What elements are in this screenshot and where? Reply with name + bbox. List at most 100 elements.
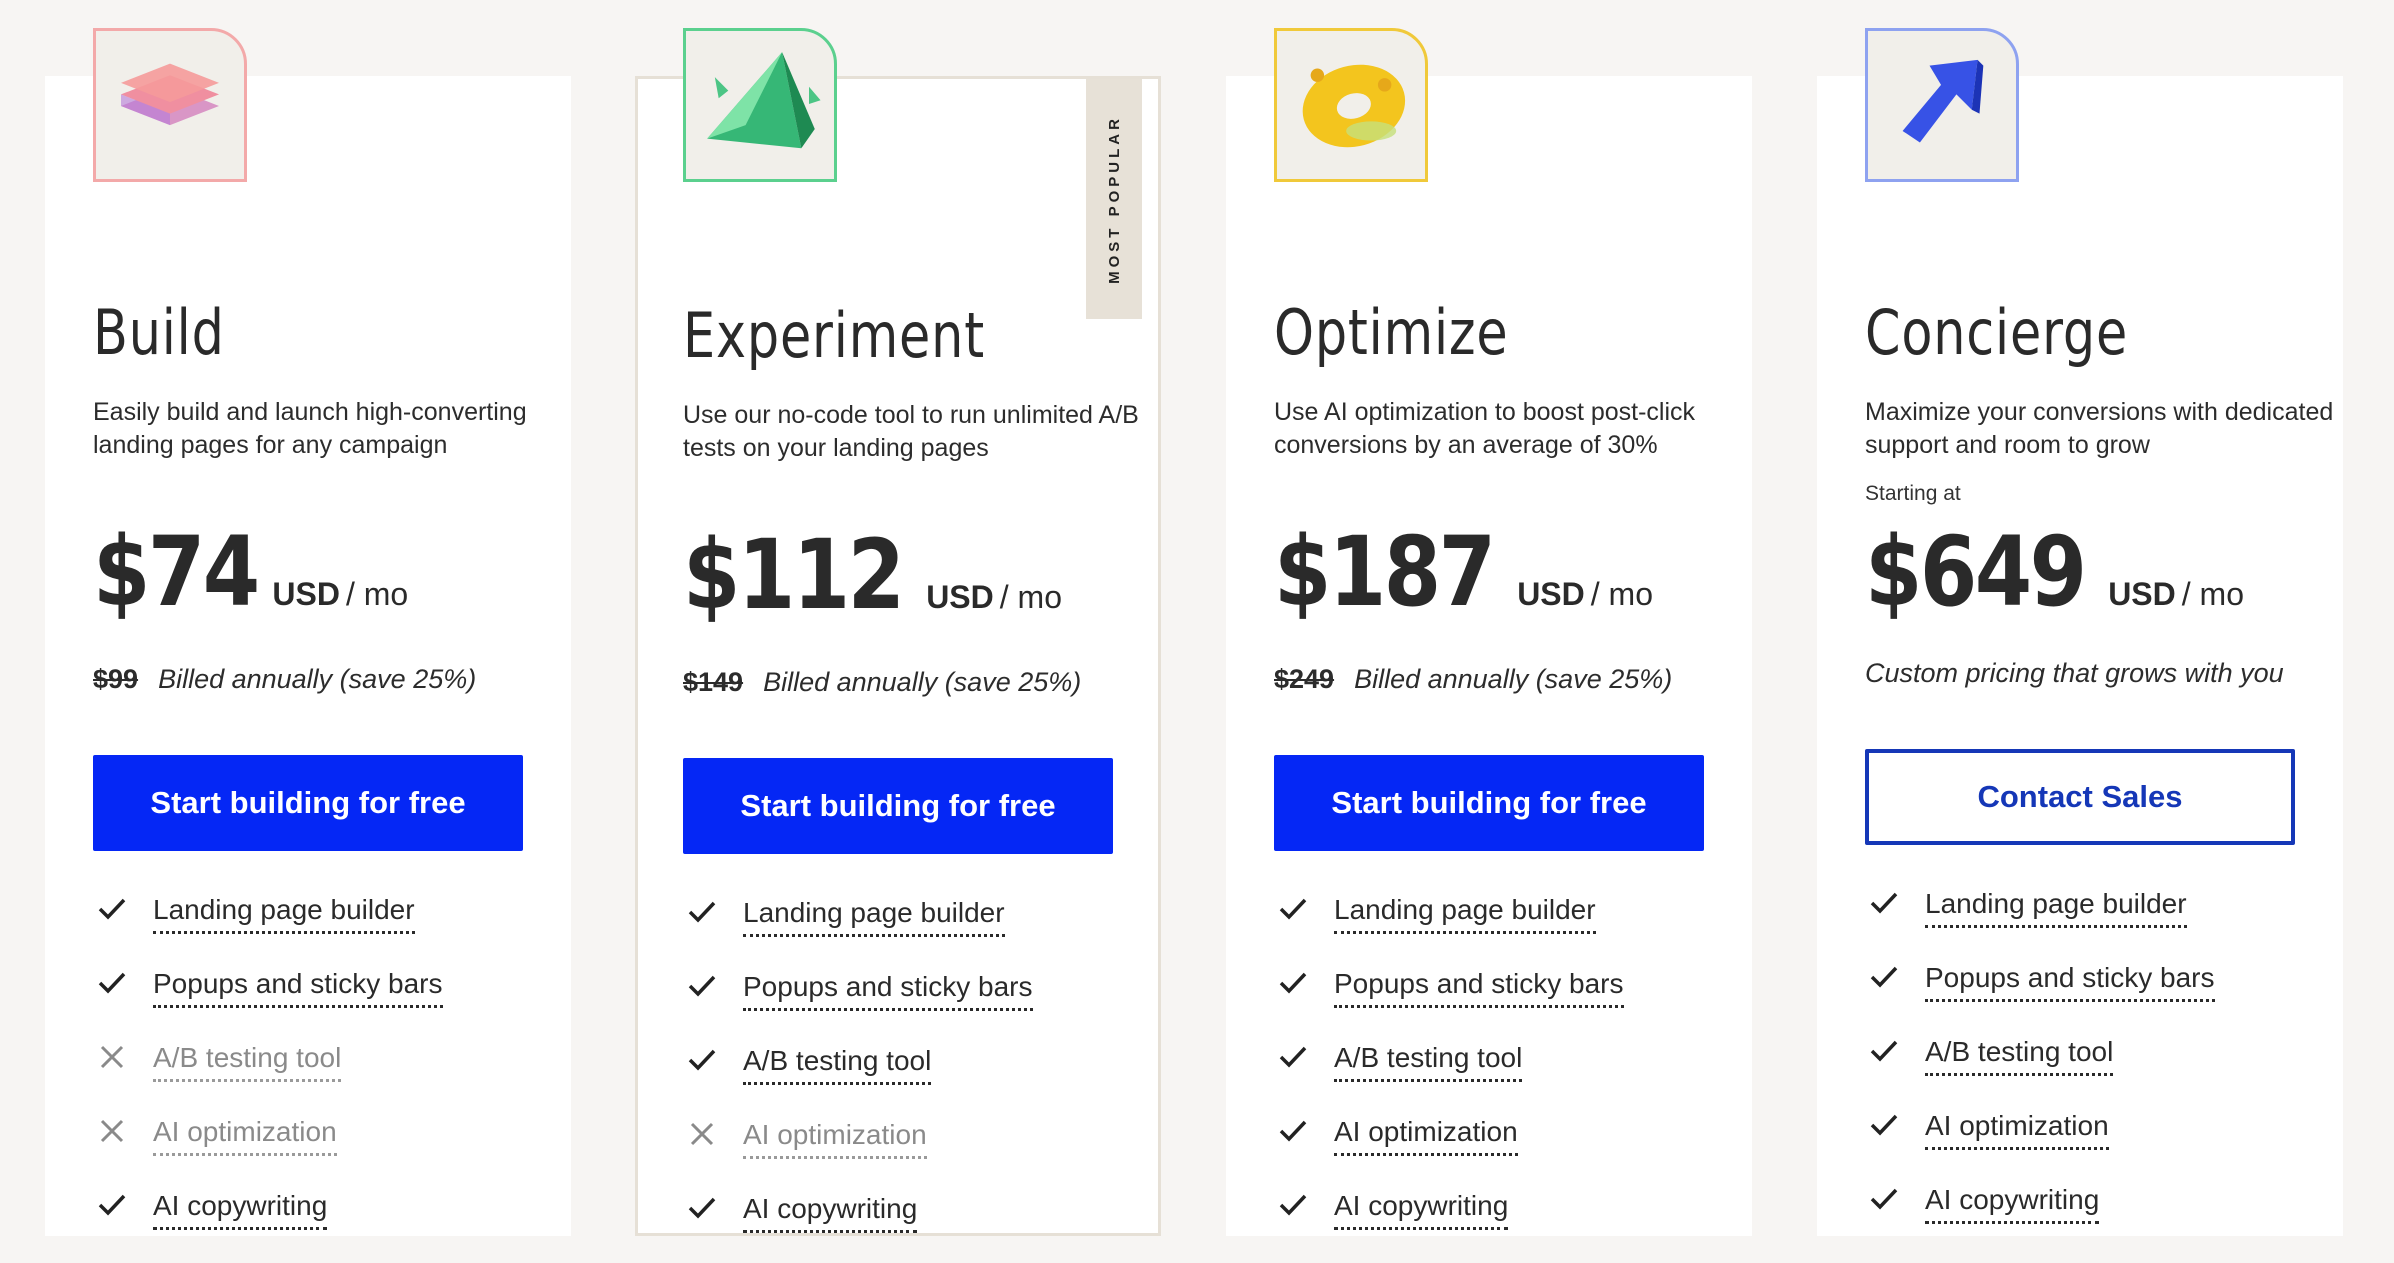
check-icon <box>1869 1106 1925 1146</box>
price: $649 USD / mo <box>1865 516 2244 628</box>
plan-description: Maximize your conversions with dedicated… <box>1865 398 2334 459</box>
old-price: $149 <box>683 667 744 697</box>
check-icon <box>1278 964 1334 1004</box>
feature-item: AI optimization <box>1278 1112 1624 1186</box>
start-building-button[interactable]: Start building for free <box>683 758 1113 854</box>
check-icon <box>687 1189 743 1229</box>
price: $112 USD / mo <box>683 519 1062 631</box>
feature-label[interactable]: A/B testing tool <box>1334 1038 1523 1082</box>
check-icon <box>1278 1186 1334 1226</box>
billing-info: $149 Billed annually (save 25%) <box>683 667 1081 698</box>
plan-title: Build <box>93 296 225 369</box>
check-icon <box>1278 890 1334 930</box>
feature-label[interactable]: Landing page builder <box>1925 884 2187 928</box>
feature-label[interactable]: A/B testing tool <box>1925 1032 2114 1076</box>
check-icon <box>1278 1112 1334 1152</box>
feature-label[interactable]: AI optimization <box>1334 1112 1518 1156</box>
cross-icon <box>687 1115 743 1155</box>
check-icon <box>1869 884 1925 924</box>
feature-label[interactable]: Popups and sticky bars <box>153 964 443 1008</box>
feature-item: Popups and sticky bars <box>97 964 443 1038</box>
billing-note: Billed annually (save 25%) <box>1354 664 1673 694</box>
feature-label[interactable]: AI optimization <box>153 1112 337 1156</box>
price-period: / mo <box>1590 576 1653 612</box>
old-price: $99 <box>93 664 139 694</box>
price-amount: $74 <box>93 516 260 628</box>
ring-icon <box>1274 28 1428 182</box>
contact-sales-button[interactable]: Contact Sales <box>1865 749 2295 845</box>
start-building-button[interactable]: Start building for free <box>1274 755 1704 851</box>
plan-card-build: Build Easily build and launch high-conve… <box>45 28 571 1236</box>
feature-item: Popups and sticky bars <box>1869 958 2215 1032</box>
feature-label[interactable]: AI optimization <box>743 1115 927 1159</box>
check-icon <box>1869 1032 1925 1072</box>
feature-item: Popups and sticky bars <box>1278 964 1624 1038</box>
feature-label[interactable]: Popups and sticky bars <box>743 967 1033 1011</box>
billing-info: $249 Billed annually (save 25%) <box>1274 664 1672 695</box>
most-popular-badge: MOST POPULAR <box>1086 79 1142 319</box>
billing-note: Billed annually (save 25%) <box>763 667 1082 697</box>
feature-item: A/B testing tool <box>687 1041 1033 1115</box>
feature-item: AI copywriting <box>687 1189 1033 1263</box>
feature-item: A/B testing tool <box>1869 1032 2215 1106</box>
price-currency: USD <box>2108 576 2176 612</box>
billing-note: Custom pricing that grows with you <box>1865 658 2284 688</box>
feature-label[interactable]: AI copywriting <box>153 1186 328 1230</box>
feature-label[interactable]: AI copywriting <box>1334 1186 1509 1230</box>
feature-label[interactable]: AI copywriting <box>743 1189 918 1233</box>
feature-label[interactable]: Landing page builder <box>1334 890 1596 934</box>
cross-icon <box>97 1112 153 1152</box>
check-icon <box>1869 958 1925 998</box>
plan-title: Experiment <box>683 299 985 372</box>
feature-item: AI copywriting <box>97 1186 443 1260</box>
badge-label: MOST POPULAR <box>1105 114 1123 284</box>
price-amount: $112 <box>683 519 905 631</box>
feature-list: Landing page builder Popups and sticky b… <box>1869 884 2215 1254</box>
feature-item: Popups and sticky bars <box>687 967 1033 1041</box>
feature-label[interactable]: AI optimization <box>1925 1106 2109 1150</box>
feature-list: Landing page builder Popups and sticky b… <box>97 890 443 1260</box>
feature-label[interactable]: AI copywriting <box>1925 1180 2100 1224</box>
check-icon <box>1869 1180 1925 1220</box>
plan-description: Use AI optimization to boost post-click … <box>1274 398 1696 459</box>
price-amount: $649 <box>1865 516 2087 628</box>
price: $74 USD / mo <box>93 516 408 628</box>
feature-list: Landing page builder Popups and sticky b… <box>687 893 1033 1263</box>
price-period: / mo <box>345 576 409 612</box>
price-period: / mo <box>999 579 1062 615</box>
price: $187 USD / mo <box>1274 516 1653 628</box>
check-icon <box>687 893 743 933</box>
old-price: $249 <box>1274 664 1335 694</box>
price-amount: $187 <box>1274 516 1496 628</box>
plan-title: Optimize <box>1274 296 1509 369</box>
feature-label[interactable]: Landing page builder <box>153 890 415 934</box>
plan-card-optimize: Optimize Use AI optimization to boost po… <box>1226 28 1752 1236</box>
arrow-icon <box>1865 28 2019 182</box>
price-currency: USD <box>272 576 340 612</box>
feature-item: A/B testing tool <box>97 1038 443 1112</box>
start-building-button[interactable]: Start building for free <box>93 755 523 851</box>
feature-item: AI optimization <box>97 1112 443 1186</box>
price-currency: USD <box>926 579 994 615</box>
price-period: / mo <box>2181 576 2244 612</box>
feature-item: Landing page builder <box>1278 890 1624 964</box>
feature-item: AI optimization <box>687 1115 1033 1189</box>
check-icon <box>97 1186 153 1226</box>
check-icon <box>97 964 153 1004</box>
feature-label[interactable]: Landing page builder <box>743 893 1005 937</box>
plan-card-experiment: MOST POPULAR Experiment Use our no-code … <box>635 28 1161 1236</box>
check-icon <box>687 1041 743 1081</box>
price-currency: USD <box>1517 576 1585 612</box>
plan-description: Use our no-code tool to run unlimited A/… <box>683 401 1139 462</box>
feature-label[interactable]: Popups and sticky bars <box>1334 964 1624 1008</box>
plan-card-concierge: Concierge Maximize your conversions with… <box>1817 28 2343 1236</box>
billing-note: Billed annually (save 25%) <box>158 664 477 694</box>
starting-at-label: Starting at <box>1865 482 1961 505</box>
feature-item: Landing page builder <box>1869 884 2215 958</box>
feature-label[interactable]: Popups and sticky bars <box>1925 958 2215 1002</box>
feature-label[interactable]: A/B testing tool <box>743 1041 932 1085</box>
feature-label[interactable]: A/B testing tool <box>153 1038 342 1082</box>
feature-item: A/B testing tool <box>1278 1038 1624 1112</box>
feature-list: Landing page builder Popups and sticky b… <box>1278 890 1624 1260</box>
cross-icon <box>97 1038 153 1078</box>
